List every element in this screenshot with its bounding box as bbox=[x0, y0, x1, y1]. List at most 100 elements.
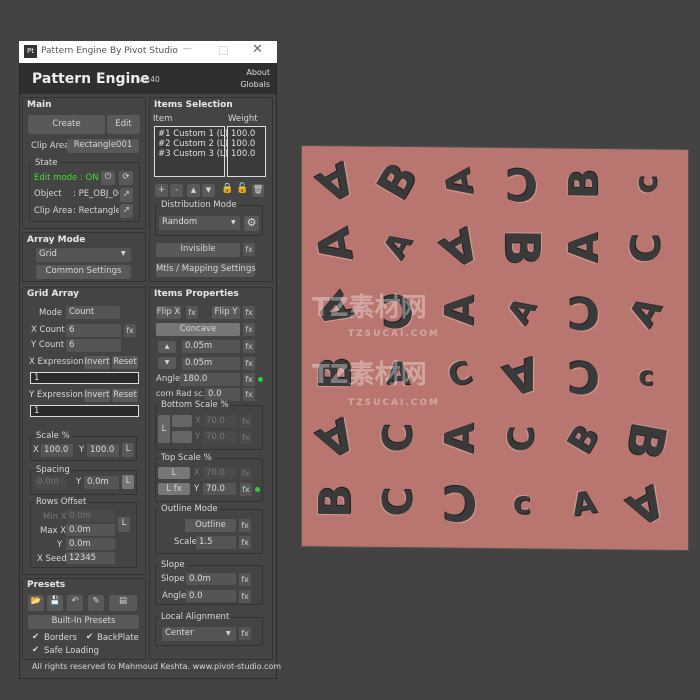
alignment-dropdown[interactable]: Center bbox=[162, 627, 236, 641]
invisible-fx-button[interactable]: fx bbox=[243, 243, 255, 256]
top-y-fx-button[interactable]: fx bbox=[240, 483, 252, 496]
scale-lock-button[interactable]: L bbox=[122, 443, 134, 457]
save-icon[interactable]: 💾 bbox=[47, 595, 63, 611]
top-x-field[interactable]: 70.0 bbox=[203, 467, 236, 479]
x-count-field[interactable]: 6 bbox=[66, 324, 121, 337]
bottom-y-fx-button[interactable]: fx bbox=[240, 431, 252, 444]
array-mode-title[interactable]: Array Mode bbox=[27, 235, 85, 245]
angle-field[interactable]: 180.0 bbox=[180, 373, 240, 386]
top-lock-fx-button[interactable]: L fx bbox=[158, 483, 190, 495]
flip-y-fx-button[interactable]: fx bbox=[243, 306, 255, 319]
create-button[interactable]: Create bbox=[28, 115, 105, 134]
min-x-field[interactable]: 0.0m bbox=[66, 510, 115, 522]
spacing-x-field[interactable]: 0.0m bbox=[34, 476, 66, 489]
mode-dropdown[interactable]: Count bbox=[66, 306, 120, 319]
outline-button[interactable]: Outline bbox=[185, 519, 236, 532]
flip-y-button[interactable]: Flip Y bbox=[212, 306, 240, 319]
maximize-button[interactable] bbox=[219, 46, 228, 55]
offset-lock-button[interactable]: L bbox=[118, 517, 130, 532]
safe-loading-checkbox[interactable]: ✔ bbox=[32, 645, 39, 655]
backplate-checkbox[interactable]: ✔ bbox=[86, 632, 93, 642]
down-arrow-icon[interactable]: ▼ bbox=[158, 357, 176, 369]
close-button[interactable]: ✕ bbox=[252, 42, 263, 57]
up-depth-fx-button[interactable]: fx bbox=[243, 340, 255, 353]
about-link[interactable]: About bbox=[246, 68, 270, 77]
y-expression-input[interactable]: 1 bbox=[30, 405, 139, 417]
move-down-icon[interactable]: ▼ bbox=[202, 184, 215, 197]
scale-x-field[interactable]: 100.0 bbox=[41, 444, 73, 457]
angle-fx-button[interactable]: fx bbox=[243, 373, 255, 386]
scale-y-field[interactable]: 100.0 bbox=[87, 444, 119, 457]
slope-fx-button[interactable]: fx bbox=[239, 573, 251, 586]
offset-y-field[interactable]: 0.0m bbox=[66, 538, 115, 550]
max-x-field[interactable]: 0.0m bbox=[66, 524, 115, 536]
slope-angle-fx-button[interactable]: fx bbox=[239, 590, 251, 603]
weight-value[interactable]: 100.0 bbox=[231, 149, 262, 159]
top-x-fx-button[interactable]: fx bbox=[240, 467, 252, 480]
up-depth-field[interactable]: 0.05m bbox=[182, 340, 240, 353]
top-lock-button[interactable]: L bbox=[158, 467, 190, 479]
concave-button[interactable]: Concave bbox=[156, 323, 240, 336]
edit-button[interactable]: Edit bbox=[107, 115, 140, 134]
remove-item-button[interactable]: - bbox=[170, 184, 183, 197]
x-invert-button[interactable]: Invert bbox=[84, 356, 110, 369]
flip-x-button[interactable]: Flip X bbox=[156, 306, 181, 319]
weight-value[interactable]: 100.0 bbox=[231, 129, 262, 139]
eyedropper-icon[interactable]: ✎ bbox=[88, 595, 104, 611]
grid-array-title[interactable]: Grid Array bbox=[27, 289, 79, 299]
distribution-dropdown[interactable]: Random bbox=[159, 216, 240, 230]
lock-icon[interactable]: 🔒 bbox=[221, 183, 233, 194]
spacing-y-field[interactable]: 0.0m bbox=[84, 476, 119, 489]
bottom-x-button[interactable] bbox=[172, 415, 192, 427]
x-expression-input[interactable]: 1 bbox=[30, 372, 139, 384]
open-folder-icon[interactable]: 📂 bbox=[28, 595, 44, 611]
concave-fx-button[interactable]: fx bbox=[243, 323, 255, 336]
add-item-button[interactable]: + bbox=[155, 184, 168, 197]
alignment-fx-button[interactable]: fx bbox=[239, 627, 251, 640]
array-mode-dropdown[interactable]: Grid bbox=[36, 248, 131, 262]
seed-field[interactable]: 12345 bbox=[66, 552, 115, 564]
bottom-x-field[interactable]: 70.0 bbox=[203, 415, 236, 427]
main-title[interactable]: Main bbox=[27, 100, 52, 110]
list-item[interactable]: #3 Custom 3 (L) bbox=[158, 149, 228, 159]
y-invert-button[interactable]: Invert bbox=[84, 389, 110, 402]
spacing-lock-button[interactable]: L bbox=[122, 475, 134, 489]
top-y-field[interactable]: 70.0 bbox=[203, 483, 236, 495]
down-depth-field[interactable]: 0.05m bbox=[182, 357, 240, 370]
globals-link[interactable]: Globals bbox=[240, 80, 270, 89]
x-reset-button[interactable]: Reset bbox=[112, 356, 138, 369]
weights-list[interactable]: 100.0 100.0 100.0 bbox=[227, 126, 266, 177]
power-button[interactable]: ⏻ bbox=[101, 171, 115, 185]
mtls-mapping-button[interactable]: Mtls / Mapping Settings bbox=[156, 263, 256, 277]
trash-icon[interactable]: 🗑 bbox=[252, 184, 264, 197]
items-list[interactable]: #1 Custom 1 (L) #2 Custom 2 (L) #3 Custo… bbox=[154, 126, 228, 177]
bottom-x-fx-button[interactable]: fx bbox=[240, 415, 252, 428]
preset-manager-icon[interactable]: ▤ bbox=[109, 595, 137, 611]
slope-field[interactable]: 0.0m bbox=[186, 573, 236, 585]
items-properties-title[interactable]: Items Properties bbox=[154, 289, 239, 299]
bottom-y-field[interactable]: 70.0 bbox=[203, 431, 236, 443]
undo-icon[interactable]: ↶ bbox=[67, 595, 83, 611]
built-in-presets-button[interactable]: Built-In Presets bbox=[28, 615, 139, 629]
slope-angle-field[interactable]: 0.0 bbox=[186, 590, 236, 602]
list-item[interactable]: #2 Custom 2 (L) bbox=[158, 139, 228, 149]
y-count-field[interactable]: 6 bbox=[66, 339, 121, 352]
bottom-y-button[interactable] bbox=[172, 431, 192, 443]
clip-area-button[interactable]: Rectangle001 bbox=[67, 139, 139, 153]
outline-scale-fx-button[interactable]: fx bbox=[239, 536, 251, 549]
list-item[interactable]: #1 Custom 1 (L) bbox=[158, 129, 228, 139]
x-count-fx-button[interactable]: fx bbox=[124, 324, 136, 337]
gear-icon[interactable]: ⚙ bbox=[244, 216, 259, 231]
up-arrow-icon[interactable]: ▲ bbox=[158, 341, 176, 353]
common-settings-button[interactable]: Common Settings bbox=[36, 265, 131, 279]
down-depth-fx-button[interactable]: fx bbox=[243, 357, 255, 370]
weight-value[interactable]: 100.0 bbox=[231, 139, 262, 149]
items-selection-title[interactable]: Items Selection bbox=[154, 100, 233, 110]
outline-fx-button[interactable]: fx bbox=[239, 519, 251, 532]
borders-checkbox[interactable]: ✔ bbox=[32, 632, 39, 642]
y-reset-button[interactable]: Reset bbox=[112, 389, 138, 402]
flip-x-fx-button[interactable]: fx bbox=[186, 306, 198, 319]
bottom-lock-button[interactable]: L bbox=[158, 415, 170, 443]
outline-scale-field[interactable]: 1.5 bbox=[196, 536, 236, 549]
pick-clip-button[interactable]: ➚ bbox=[120, 204, 133, 218]
